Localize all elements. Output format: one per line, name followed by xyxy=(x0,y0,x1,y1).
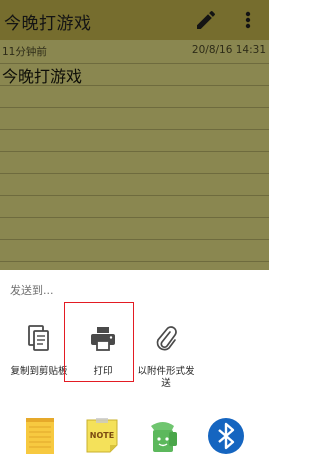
attachment-option-label: 以附件形式发送 xyxy=(137,366,195,389)
share-sheet-heading: 发送到... xyxy=(10,284,54,297)
app-bar: 今晚打游戏 xyxy=(0,0,269,40)
note-title: 今晚打游戏 xyxy=(4,14,92,34)
note-content: 今晚打游戏 xyxy=(2,67,83,86)
paperclip-icon xyxy=(153,324,179,358)
note-datetime: 20/8/16 14:31 xyxy=(191,44,266,56)
share-app-row: NOTE xyxy=(0,416,269,460)
note-body: 11分钟前 20/8/16 14:31 今晚打游戏 xyxy=(0,40,269,270)
more-vert-icon[interactable] xyxy=(238,8,258,32)
bluetooth-app-icon[interactable] xyxy=(206,416,246,456)
copy-to-clipboard-option[interactable]: 复制到剪贴板 xyxy=(6,318,72,390)
share-sheet: 发送到... 复制到剪贴板 打印 以附件形式发送 NOTE xyxy=(0,270,269,460)
edit-pencil-icon[interactable] xyxy=(194,8,218,32)
screen: 今晚打游戏 11分钟前 20/8/16 14:31 今晚打游戏 发送到... 复… xyxy=(0,0,269,460)
notepad-app-icon[interactable] xyxy=(20,416,60,456)
relative-time: 11分钟前 xyxy=(2,46,47,58)
note-app-text: NOTE xyxy=(90,431,114,440)
sticky-note-app-icon[interactable]: NOTE xyxy=(82,416,122,456)
copy-icon xyxy=(26,324,52,358)
highlight-box xyxy=(64,302,134,382)
copy-option-label: 复制到剪贴板 xyxy=(10,366,68,377)
send-as-attachment-option[interactable]: 以附件形式发送 xyxy=(133,318,199,390)
android-share-app-icon[interactable] xyxy=(144,416,184,456)
